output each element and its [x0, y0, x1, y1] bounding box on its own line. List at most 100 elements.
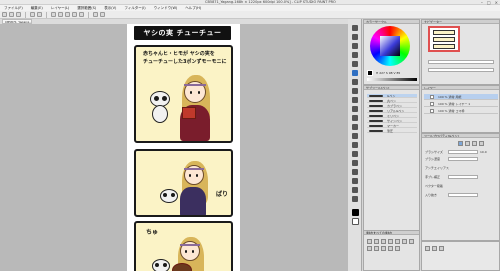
- mode-toggle[interactable]: [465, 141, 470, 146]
- color-wheel[interactable]: [370, 26, 410, 66]
- menu-selection[interactable]: 選択範囲(S): [77, 6, 96, 11]
- toolbar-divider: [46, 11, 47, 18]
- property-label: ベクター吸着: [425, 184, 443, 188]
- clear-icon[interactable]: [51, 12, 56, 17]
- material-thumb[interactable]: [374, 239, 379, 244]
- menu-layer[interactable]: レイヤー(L): [51, 6, 70, 11]
- subtool-item[interactable]: 丸ペン: [367, 99, 417, 103]
- eraser-tool-icon[interactable]: [352, 115, 358, 121]
- zoom-slider[interactable]: [428, 60, 494, 64]
- menu-edit[interactable]: 編集(E): [31, 6, 43, 11]
- menu-view[interactable]: 表示(V): [104, 6, 116, 11]
- subtool-item[interactable]: Gペン: [367, 94, 417, 98]
- subtool-item[interactable]: ミリペン: [367, 114, 417, 118]
- material-thumb[interactable]: [388, 246, 393, 251]
- color-slider[interactable]: [367, 78, 417, 81]
- frame-tool-icon[interactable]: [352, 160, 358, 166]
- sub-color-swatch[interactable]: [352, 218, 359, 225]
- comic-page[interactable]: ヤシの実 チューチュー 赤ちゃんヒ・ヒモが ヤシの実を チューチューした3ポンず…: [127, 24, 240, 271]
- select-all-icon[interactable]: [72, 12, 77, 17]
- material-thumb[interactable]: [367, 246, 372, 251]
- brush-density-slider[interactable]: [448, 157, 478, 161]
- subtool-item[interactable]: マーカー: [367, 124, 417, 128]
- subtool-item[interactable]: サインペン: [367, 119, 417, 123]
- property-label: ブラシサイズ: [425, 150, 443, 154]
- menu-file[interactable]: ファイル(F): [4, 6, 23, 11]
- ruler-tool-icon[interactable]: [352, 169, 358, 175]
- mode-toggle[interactable]: [458, 141, 463, 146]
- fill-icon[interactable]: [65, 12, 70, 17]
- material-thumb[interactable]: [381, 246, 386, 251]
- save-icon[interactable]: [16, 12, 21, 17]
- brush-tool-icon[interactable]: [352, 88, 358, 94]
- menu-window[interactable]: ウィンドウ(W): [154, 6, 178, 11]
- deselect-icon[interactable]: [79, 12, 84, 17]
- gradient-tool-icon[interactable]: [352, 142, 358, 148]
- eye: [185, 250, 187, 253]
- comic-panel-1: 赤ちゃんヒ・ヒモが ヤシの実を チューチューした3ポンずモーモニに: [134, 45, 233, 143]
- zoom-tool-icon[interactable]: [352, 25, 358, 31]
- subtool-item[interactable]: リアルGペン: [367, 109, 417, 113]
- open-file-icon[interactable]: [9, 12, 14, 17]
- redo-icon[interactable]: [37, 12, 42, 17]
- mode-toggle[interactable]: [479, 141, 484, 146]
- layer-row[interactable]: 100 % 通常 コマ枠: [424, 108, 498, 114]
- main-color-swatch[interactable]: [352, 209, 359, 216]
- pencil-tool-icon[interactable]: [352, 79, 358, 85]
- navigator-preview[interactable]: [428, 26, 460, 52]
- airbrush-tool-icon[interactable]: [352, 97, 358, 103]
- mode-toggle[interactable]: [472, 141, 477, 146]
- taper-field[interactable]: [448, 193, 478, 197]
- tool-property-panel: ツールプロパティ[Gペン] ブラシサイズ 10.0 ブラシ濃度 アンチエイリアス…: [421, 133, 500, 241]
- stabilization-slider[interactable]: [448, 175, 478, 179]
- saturation-value-square[interactable]: [380, 36, 400, 56]
- material-thumb[interactable]: [395, 239, 400, 244]
- eyedropper-tool-icon[interactable]: [352, 61, 358, 67]
- layer-thumbnail: [430, 95, 434, 99]
- red-book: [182, 107, 196, 119]
- layer-row[interactable]: 100 % 通常 レイヤー 1: [424, 101, 498, 107]
- new-file-icon[interactable]: [2, 12, 7, 17]
- decoration-tool-icon[interactable]: [352, 106, 358, 112]
- material-panel: 素材[すべての素材]: [363, 230, 420, 271]
- operation-tool-icon[interactable]: [352, 43, 358, 49]
- layer-row[interactable]: 100 % 通常 用紙: [424, 94, 498, 100]
- fill-tool-icon[interactable]: [352, 133, 358, 139]
- layer-label: 100 % 通常 コマ枠: [438, 109, 465, 113]
- undo-icon[interactable]: [30, 12, 35, 17]
- material-thumb[interactable]: [395, 246, 400, 251]
- panel-button[interactable]: [432, 246, 437, 251]
- panda-eye-patch: [171, 193, 175, 197]
- panel-button[interactable]: [439, 246, 444, 251]
- subtool-label: リアルGペン: [387, 109, 405, 113]
- eye: [189, 174, 191, 177]
- brush-size-slider[interactable]: [448, 150, 478, 154]
- material-thumb[interactable]: [409, 239, 414, 244]
- rotate-slider[interactable]: [428, 68, 494, 72]
- panel-button[interactable]: [425, 246, 430, 251]
- menu-filter[interactable]: フィルター(I): [124, 6, 145, 11]
- canvas-area[interactable]: ヤシの実 チューチュー 赤ちゃんヒ・ヒモが ヤシの実を チューチューした3ポンず…: [0, 24, 348, 271]
- correct-line-tool-icon[interactable]: [352, 196, 358, 202]
- text-tool-icon[interactable]: [352, 178, 358, 184]
- comic-title-box: ヤシの実 チューチュー: [134, 26, 231, 40]
- navigator-panel: ナビゲーター: [421, 19, 500, 85]
- current-color-swatch[interactable]: [367, 70, 373, 76]
- material-thumb[interactable]: [402, 239, 407, 244]
- menu-help[interactable]: ヘルプ(H): [185, 6, 201, 11]
- material-thumb[interactable]: [367, 239, 372, 244]
- pen-tool-icon[interactable]: [352, 70, 358, 76]
- balloon-tool-icon[interactable]: [352, 187, 358, 193]
- move-tool-icon[interactable]: [352, 34, 358, 40]
- transform-icon[interactable]: [58, 12, 63, 17]
- blend-tool-icon[interactable]: [352, 124, 358, 130]
- figure-tool-icon[interactable]: [352, 151, 358, 157]
- ruler-snap-icon[interactable]: [93, 12, 98, 17]
- grid-icon[interactable]: [100, 12, 105, 17]
- material-thumb[interactable]: [374, 246, 379, 251]
- selection-tool-icon[interactable]: [352, 52, 358, 58]
- material-thumb[interactable]: [381, 239, 386, 244]
- material-thumb[interactable]: [388, 239, 393, 244]
- subtool-item[interactable]: 筆圧: [367, 129, 417, 133]
- subtool-item[interactable]: カブラペン: [367, 104, 417, 108]
